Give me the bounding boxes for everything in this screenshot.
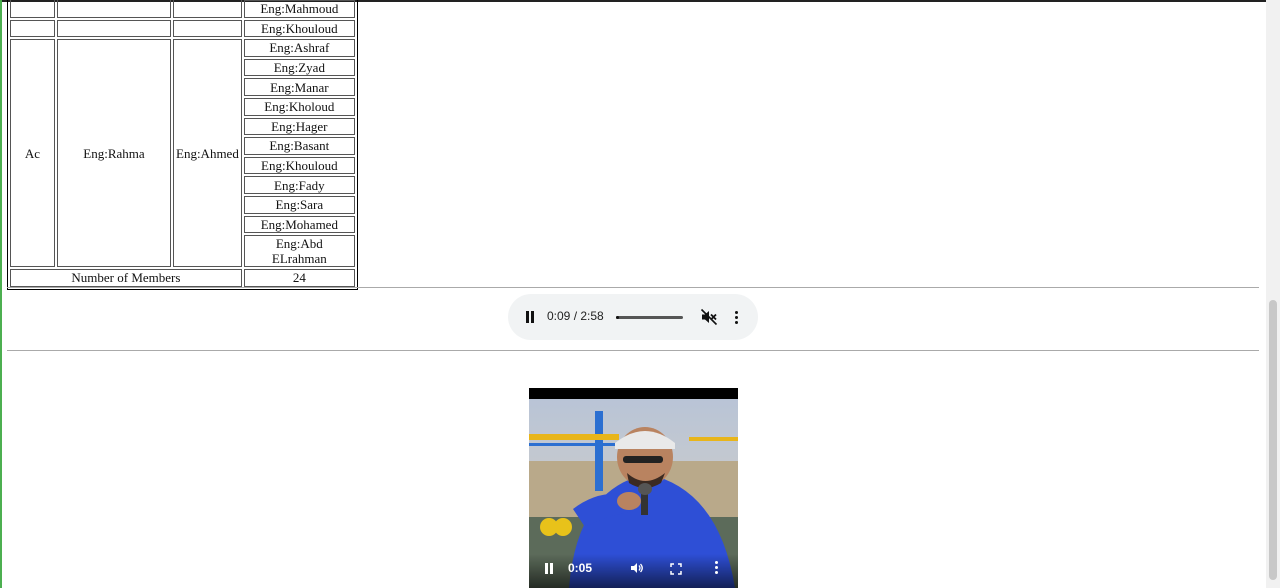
member-cell: Eng:Mahmoud bbox=[243, 0, 355, 18]
member-cell: Eng:Zyad bbox=[243, 58, 355, 77]
member-cell: Eng:Fady bbox=[243, 176, 355, 194]
table-cell-empty bbox=[10, 0, 55, 18]
video-time: 0:05 bbox=[568, 561, 593, 575]
window-left-border bbox=[0, 0, 2, 588]
table-row: Ac Eng:Rahma Eng:Ahmed Eng:Ashraf bbox=[10, 39, 355, 268]
member-count-value: 24 bbox=[243, 269, 355, 287]
member-cell: Eng:Hager bbox=[243, 117, 355, 136]
member-cell: Eng:Mohamed bbox=[243, 215, 355, 234]
more-options-icon[interactable] bbox=[715, 561, 718, 575]
audio-progress-track[interactable] bbox=[616, 316, 683, 319]
members-table: Eng:Mahmoud Eng:Khouloud Ac Eng:Rahma En… bbox=[7, 0, 358, 290]
member-cell: Eng:Khouloud bbox=[243, 19, 355, 38]
co-leader-cell: Eng:Ahmed bbox=[173, 39, 242, 268]
pause-icon[interactable] bbox=[525, 311, 535, 323]
mute-icon[interactable] bbox=[700, 308, 718, 326]
table-cell-empty bbox=[57, 0, 171, 18]
more-options-icon[interactable] bbox=[734, 308, 738, 326]
horizontal-rule bbox=[7, 350, 1259, 351]
audio-time: 0:09 / 2:58 bbox=[547, 309, 604, 323]
leader-cell: Eng:Rahma bbox=[57, 39, 171, 268]
audio-player[interactable]: 0:09 / 2:58 bbox=[508, 294, 758, 340]
member-cell: Eng:Basant bbox=[243, 137, 355, 155]
pause-icon[interactable] bbox=[544, 563, 554, 574]
team-name-cell: Ac bbox=[10, 39, 55, 268]
table-cell-empty bbox=[173, 19, 242, 38]
video-player[interactable]: 0:05 bbox=[529, 388, 738, 588]
table-cell-empty bbox=[57, 19, 171, 38]
table-cell-empty bbox=[173, 0, 242, 18]
member-cell: Eng:Kholoud bbox=[243, 97, 355, 116]
member-cell: Eng:Abd ELrahman bbox=[243, 235, 355, 268]
horizontal-rule bbox=[7, 287, 1259, 288]
member-cell: Eng:Khouloud bbox=[243, 156, 355, 175]
page-scrollbar[interactable] bbox=[1266, 0, 1280, 588]
audio-progress-fill bbox=[616, 316, 620, 319]
volume-icon[interactable] bbox=[630, 561, 644, 575]
table-cell-empty bbox=[10, 19, 55, 38]
member-count-label: Number of Members bbox=[10, 269, 242, 287]
scrollbar-thumb[interactable] bbox=[1269, 300, 1277, 580]
table-row: Eng:Khouloud bbox=[10, 19, 355, 38]
member-cell: Eng:Ashraf bbox=[243, 39, 355, 57]
fullscreen-icon[interactable] bbox=[670, 562, 682, 575]
member-cell: Eng:Manar bbox=[243, 78, 355, 96]
table-footer-row: Number of Members 24 bbox=[10, 269, 355, 287]
member-cell: Eng:Sara bbox=[243, 195, 355, 214]
